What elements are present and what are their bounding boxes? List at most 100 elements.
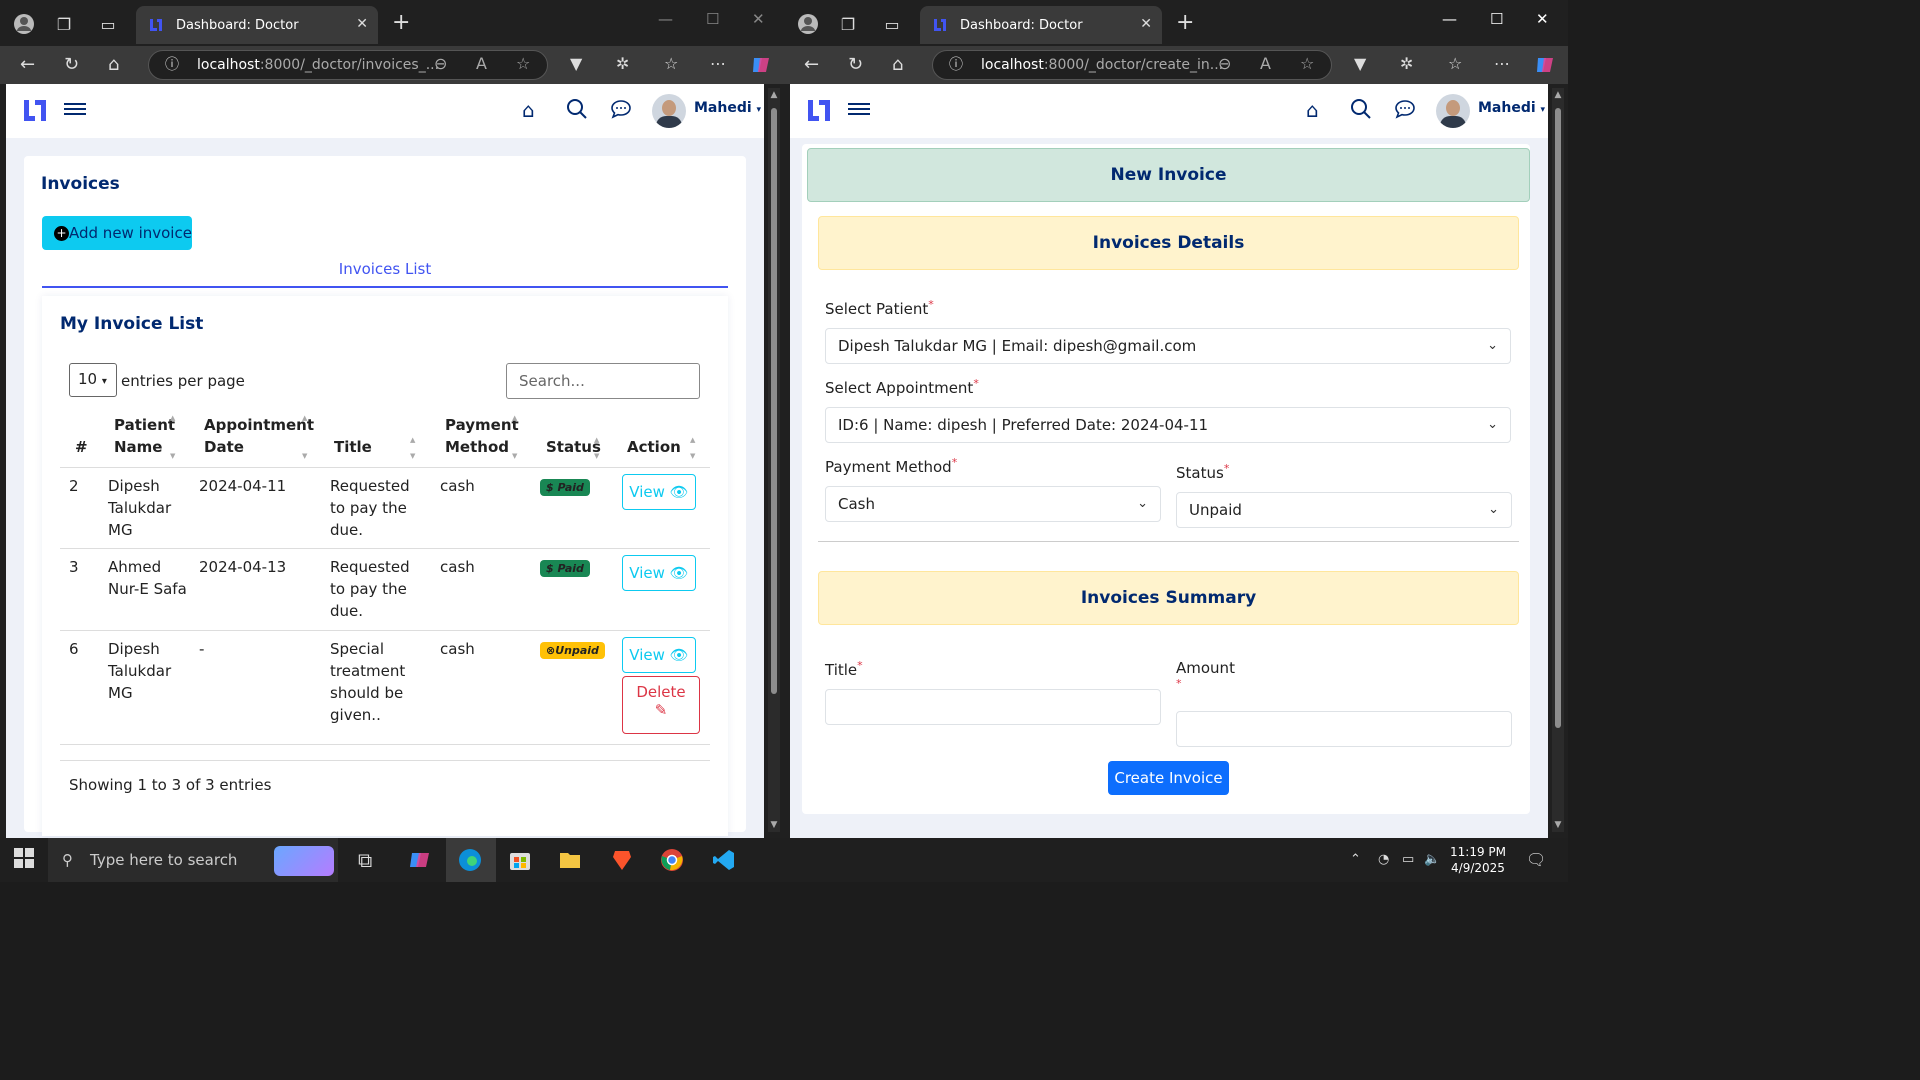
scroll-thumb[interactable] [771, 108, 777, 694]
amount-input[interactable] [1176, 711, 1512, 747]
brave-browser-icon[interactable] [610, 848, 634, 877]
extension-v-icon[interactable]: ▼ [570, 54, 582, 73]
minimize-icon[interactable]: — [658, 10, 673, 28]
microsoft-store-icon[interactable] [508, 848, 532, 877]
vscode-icon[interactable] [712, 848, 736, 877]
view-button[interactable]: View 👁 [622, 637, 696, 673]
battery-icon[interactable]: ▭ [1402, 852, 1414, 867]
user-name[interactable]: Mahedi ▾ [1478, 100, 1545, 116]
refresh-icon[interactable]: ↻ [848, 54, 863, 75]
close-window-icon[interactable]: ✕ [752, 10, 765, 28]
search-input[interactable]: Search... [506, 363, 700, 399]
extensions-icon[interactable]: ✲ [616, 54, 629, 73]
tab-actions-icon[interactable]: ▭ [96, 12, 120, 36]
appointment-select[interactable]: ID:6 | Name: dipesh | Preferred Date: 20… [825, 407, 1511, 443]
menu-toggle-icon[interactable] [64, 100, 86, 118]
scroll-up-icon[interactable]: ▲ [768, 90, 780, 100]
windows-start-icon[interactable] [14, 848, 34, 873]
payment-method-select[interactable]: Cash ⌄ [825, 486, 1161, 522]
tab-actions-icon[interactable]: ▭ [880, 12, 904, 36]
scroll-down-icon[interactable]: ▼ [768, 820, 780, 830]
tab-invoices-list[interactable]: Invoices List [42, 258, 728, 288]
read-aloud-icon[interactable]: A [476, 54, 487, 73]
refresh-icon[interactable]: ↻ [64, 54, 79, 75]
col-header-payment[interactable]: Payment Method [445, 414, 519, 458]
close-window-icon[interactable]: ✕ [1536, 10, 1549, 28]
col-header-patient[interactable]: Patient Name [114, 414, 175, 458]
search-icon[interactable] [1350, 98, 1372, 125]
show-hidden-icons-icon[interactable]: ⌃ [1350, 852, 1361, 867]
taskbar-search-box[interactable]: ⚲ Type here to search [48, 838, 338, 882]
entries-per-page-select[interactable]: 10 ▾ [69, 363, 117, 397]
messages-icon[interactable] [610, 98, 632, 125]
maximize-icon[interactable]: ☐ [706, 10, 719, 28]
copilot-app-icon[interactable] [408, 848, 432, 877]
avatar[interactable] [1436, 94, 1470, 128]
zoom-icon[interactable]: ⊖ [434, 54, 447, 73]
favorite-star-icon[interactable]: ☆ [1300, 54, 1314, 73]
new-tab-icon[interactable]: + [392, 10, 410, 35]
favorites-icon[interactable]: ☆ [1448, 54, 1462, 73]
back-icon[interactable]: ← [20, 54, 35, 75]
home-icon[interactable]: ⌂ [892, 54, 903, 75]
page-scrollbar[interactable]: ▲ ▼ [768, 88, 780, 832]
status-select[interactable]: Unpaid ⌄ [1176, 492, 1512, 528]
new-tab-icon[interactable]: + [1176, 10, 1194, 35]
scroll-up-icon[interactable]: ▲ [1552, 90, 1564, 100]
add-invoice-button[interactable]: + Add new invoice [42, 216, 192, 250]
home-nav-icon[interactable]: ⌂ [1306, 98, 1319, 122]
wifi-icon[interactable]: ◔ [1378, 852, 1389, 867]
file-explorer-icon[interactable] [558, 848, 582, 877]
user-name[interactable]: Mahedi ▾ [694, 100, 761, 116]
app-logo-icon[interactable] [22, 98, 48, 124]
workspaces-icon[interactable]: ❐ [836, 12, 860, 36]
tab-dashboard-doctor[interactable]: Dashboard: Doctor ✕ [136, 6, 378, 44]
messages-icon[interactable] [1394, 98, 1416, 125]
edge-browser-icon[interactable] [458, 848, 482, 877]
col-header-title[interactable]: Title [334, 436, 372, 458]
favorite-star-icon[interactable]: ☆ [516, 54, 530, 73]
home-icon[interactable]: ⌂ [108, 54, 119, 75]
notifications-icon[interactable]: 🗨 [1526, 850, 1546, 869]
extensions-icon[interactable]: ✲ [1400, 54, 1413, 73]
app-logo-icon[interactable] [806, 98, 832, 124]
tab-dashboard-doctor[interactable]: Dashboard: Doctor ✕ [920, 6, 1162, 44]
extension-v-icon[interactable]: ▼ [1354, 54, 1366, 73]
view-button[interactable]: View 👁 [622, 555, 696, 591]
menu-toggle-icon[interactable] [848, 100, 870, 118]
avatar[interactable] [652, 94, 686, 128]
view-button[interactable]: View 👁 [622, 474, 696, 510]
taskbar-clock[interactable]: 11:19 PM 4/9/2025 [1438, 844, 1518, 876]
site-info-icon[interactable]: ⓘ [165, 51, 179, 79]
site-info-icon[interactable]: ⓘ [949, 51, 963, 79]
back-icon[interactable]: ← [804, 54, 819, 75]
profile-icon[interactable] [796, 12, 820, 36]
more-menu-icon[interactable]: ⋯ [1494, 54, 1510, 73]
more-menu-icon[interactable]: ⋯ [710, 54, 726, 73]
search-icon[interactable] [566, 98, 588, 125]
page-scrollbar[interactable]: ▲ ▼ [1552, 88, 1564, 832]
close-tab-icon[interactable]: ✕ [356, 16, 368, 32]
workspaces-icon[interactable]: ❐ [52, 12, 76, 36]
col-header-action[interactable]: Action [627, 436, 681, 458]
copilot-icon[interactable] [750, 54, 772, 80]
close-tab-icon[interactable]: ✕ [1140, 16, 1152, 32]
scroll-down-icon[interactable]: ▼ [1552, 820, 1564, 830]
title-input[interactable] [825, 689, 1161, 725]
favorites-icon[interactable]: ☆ [664, 54, 678, 73]
delete-button[interactable]: Delete ✎ [622, 676, 700, 734]
maximize-icon[interactable]: ☐ [1490, 10, 1503, 28]
home-nav-icon[interactable]: ⌂ [522, 98, 535, 122]
url-bar[interactable]: ⓘ localhost:8000/_doctor/create_in... [932, 50, 1332, 80]
read-aloud-icon[interactable]: A [1260, 54, 1271, 73]
patient-select[interactable]: Dipesh Talukdar MG | Email: dipesh@gmail… [825, 328, 1511, 364]
col-header-status[interactable]: Status [546, 436, 601, 458]
minimize-icon[interactable]: — [1442, 10, 1457, 28]
chrome-browser-icon[interactable] [660, 848, 684, 877]
col-header-number[interactable]: # [75, 436, 88, 458]
zoom-icon[interactable]: ⊖ [1218, 54, 1231, 73]
copilot-icon[interactable] [1534, 54, 1556, 80]
task-view-icon[interactable]: ⧉ [358, 848, 372, 872]
url-bar[interactable]: ⓘ localhost:8000/_doctor/invoices_... [148, 50, 548, 80]
col-header-appointment[interactable]: Appointment Date [204, 414, 314, 458]
